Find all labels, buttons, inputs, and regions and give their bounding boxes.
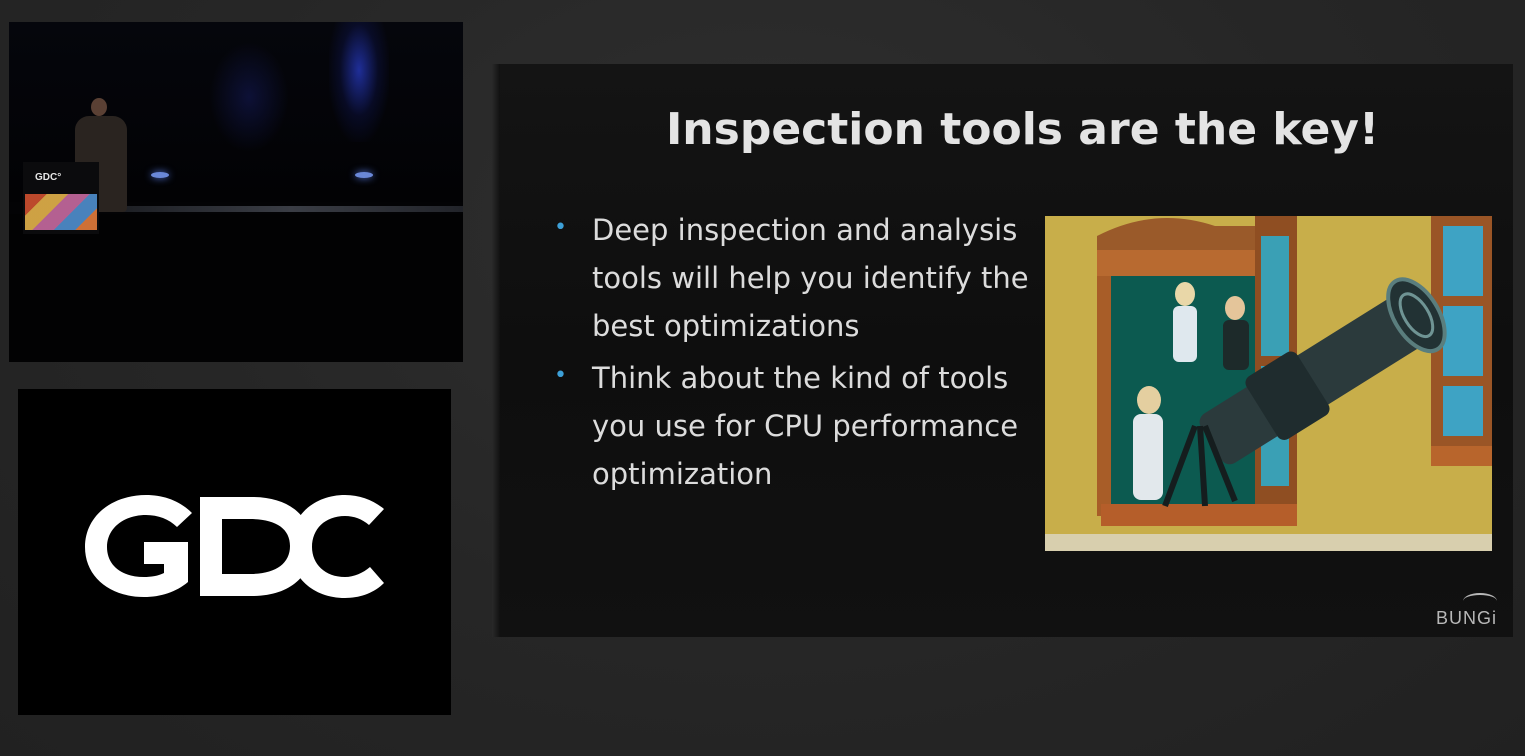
bullet-list: • Deep inspection and analysis tools wil… — [552, 206, 1032, 502]
bungie-logo-arc — [1463, 593, 1497, 609]
stage-floor — [9, 214, 463, 362]
table-lamp — [151, 172, 169, 178]
bungie-logo: BUNGi — [1435, 608, 1497, 628]
right-window-glass — [1443, 226, 1483, 296]
character-head — [1175, 282, 1195, 306]
window-sill — [1101, 504, 1297, 526]
professor-head — [1137, 386, 1161, 414]
window-frame-left — [1097, 276, 1111, 516]
character-labcoat — [1173, 306, 1197, 362]
bullet-item: • Think about the kind of tools you use … — [552, 354, 1032, 498]
professor-labcoat — [1133, 414, 1163, 500]
table-lamp — [355, 172, 373, 178]
presentation-slide: Inspection tools are the key! • Deep ins… — [492, 64, 1513, 637]
table-top — [119, 206, 463, 212]
podium: GDC° — [23, 162, 99, 234]
right-window-glass — [1443, 306, 1483, 376]
telescope-cartoon-image — [1045, 216, 1492, 551]
podium-artwork — [25, 194, 97, 230]
gdc-logo — [85, 495, 384, 598]
street-ledge — [1045, 534, 1492, 551]
speaker-camera-feed: GDC° — [9, 22, 463, 362]
panel-table — [119, 172, 463, 212]
stage-blue-light — [329, 22, 389, 142]
stage-blue-light-secondary — [209, 42, 289, 152]
bullet-marker-icon: • — [554, 363, 567, 388]
podium-sign: GDC° — [35, 172, 62, 183]
speaker-head — [91, 98, 107, 116]
bullet-text: Think about the kind of tools you use fo… — [592, 361, 1019, 491]
window-glass — [1261, 236, 1289, 356]
window-lintel — [1097, 250, 1269, 276]
gdc-logo-letter-g — [85, 495, 192, 597]
gdc-logo-letter-c — [290, 495, 384, 598]
bullet-item: • Deep inspection and analysis tools wil… — [552, 206, 1032, 350]
character-head — [1225, 296, 1245, 320]
gdc-logo-panel — [18, 389, 451, 715]
character-suit — [1223, 320, 1249, 370]
slide-title: Inspection tools are the key! — [665, 104, 1380, 155]
right-window-sill — [1431, 446, 1492, 466]
gdc-logo-d-bar — [200, 497, 230, 519]
right-window-glass — [1443, 386, 1483, 436]
bullet-marker-icon: • — [554, 215, 567, 240]
bullet-text: Deep inspection and analysis tools will … — [592, 213, 1029, 343]
